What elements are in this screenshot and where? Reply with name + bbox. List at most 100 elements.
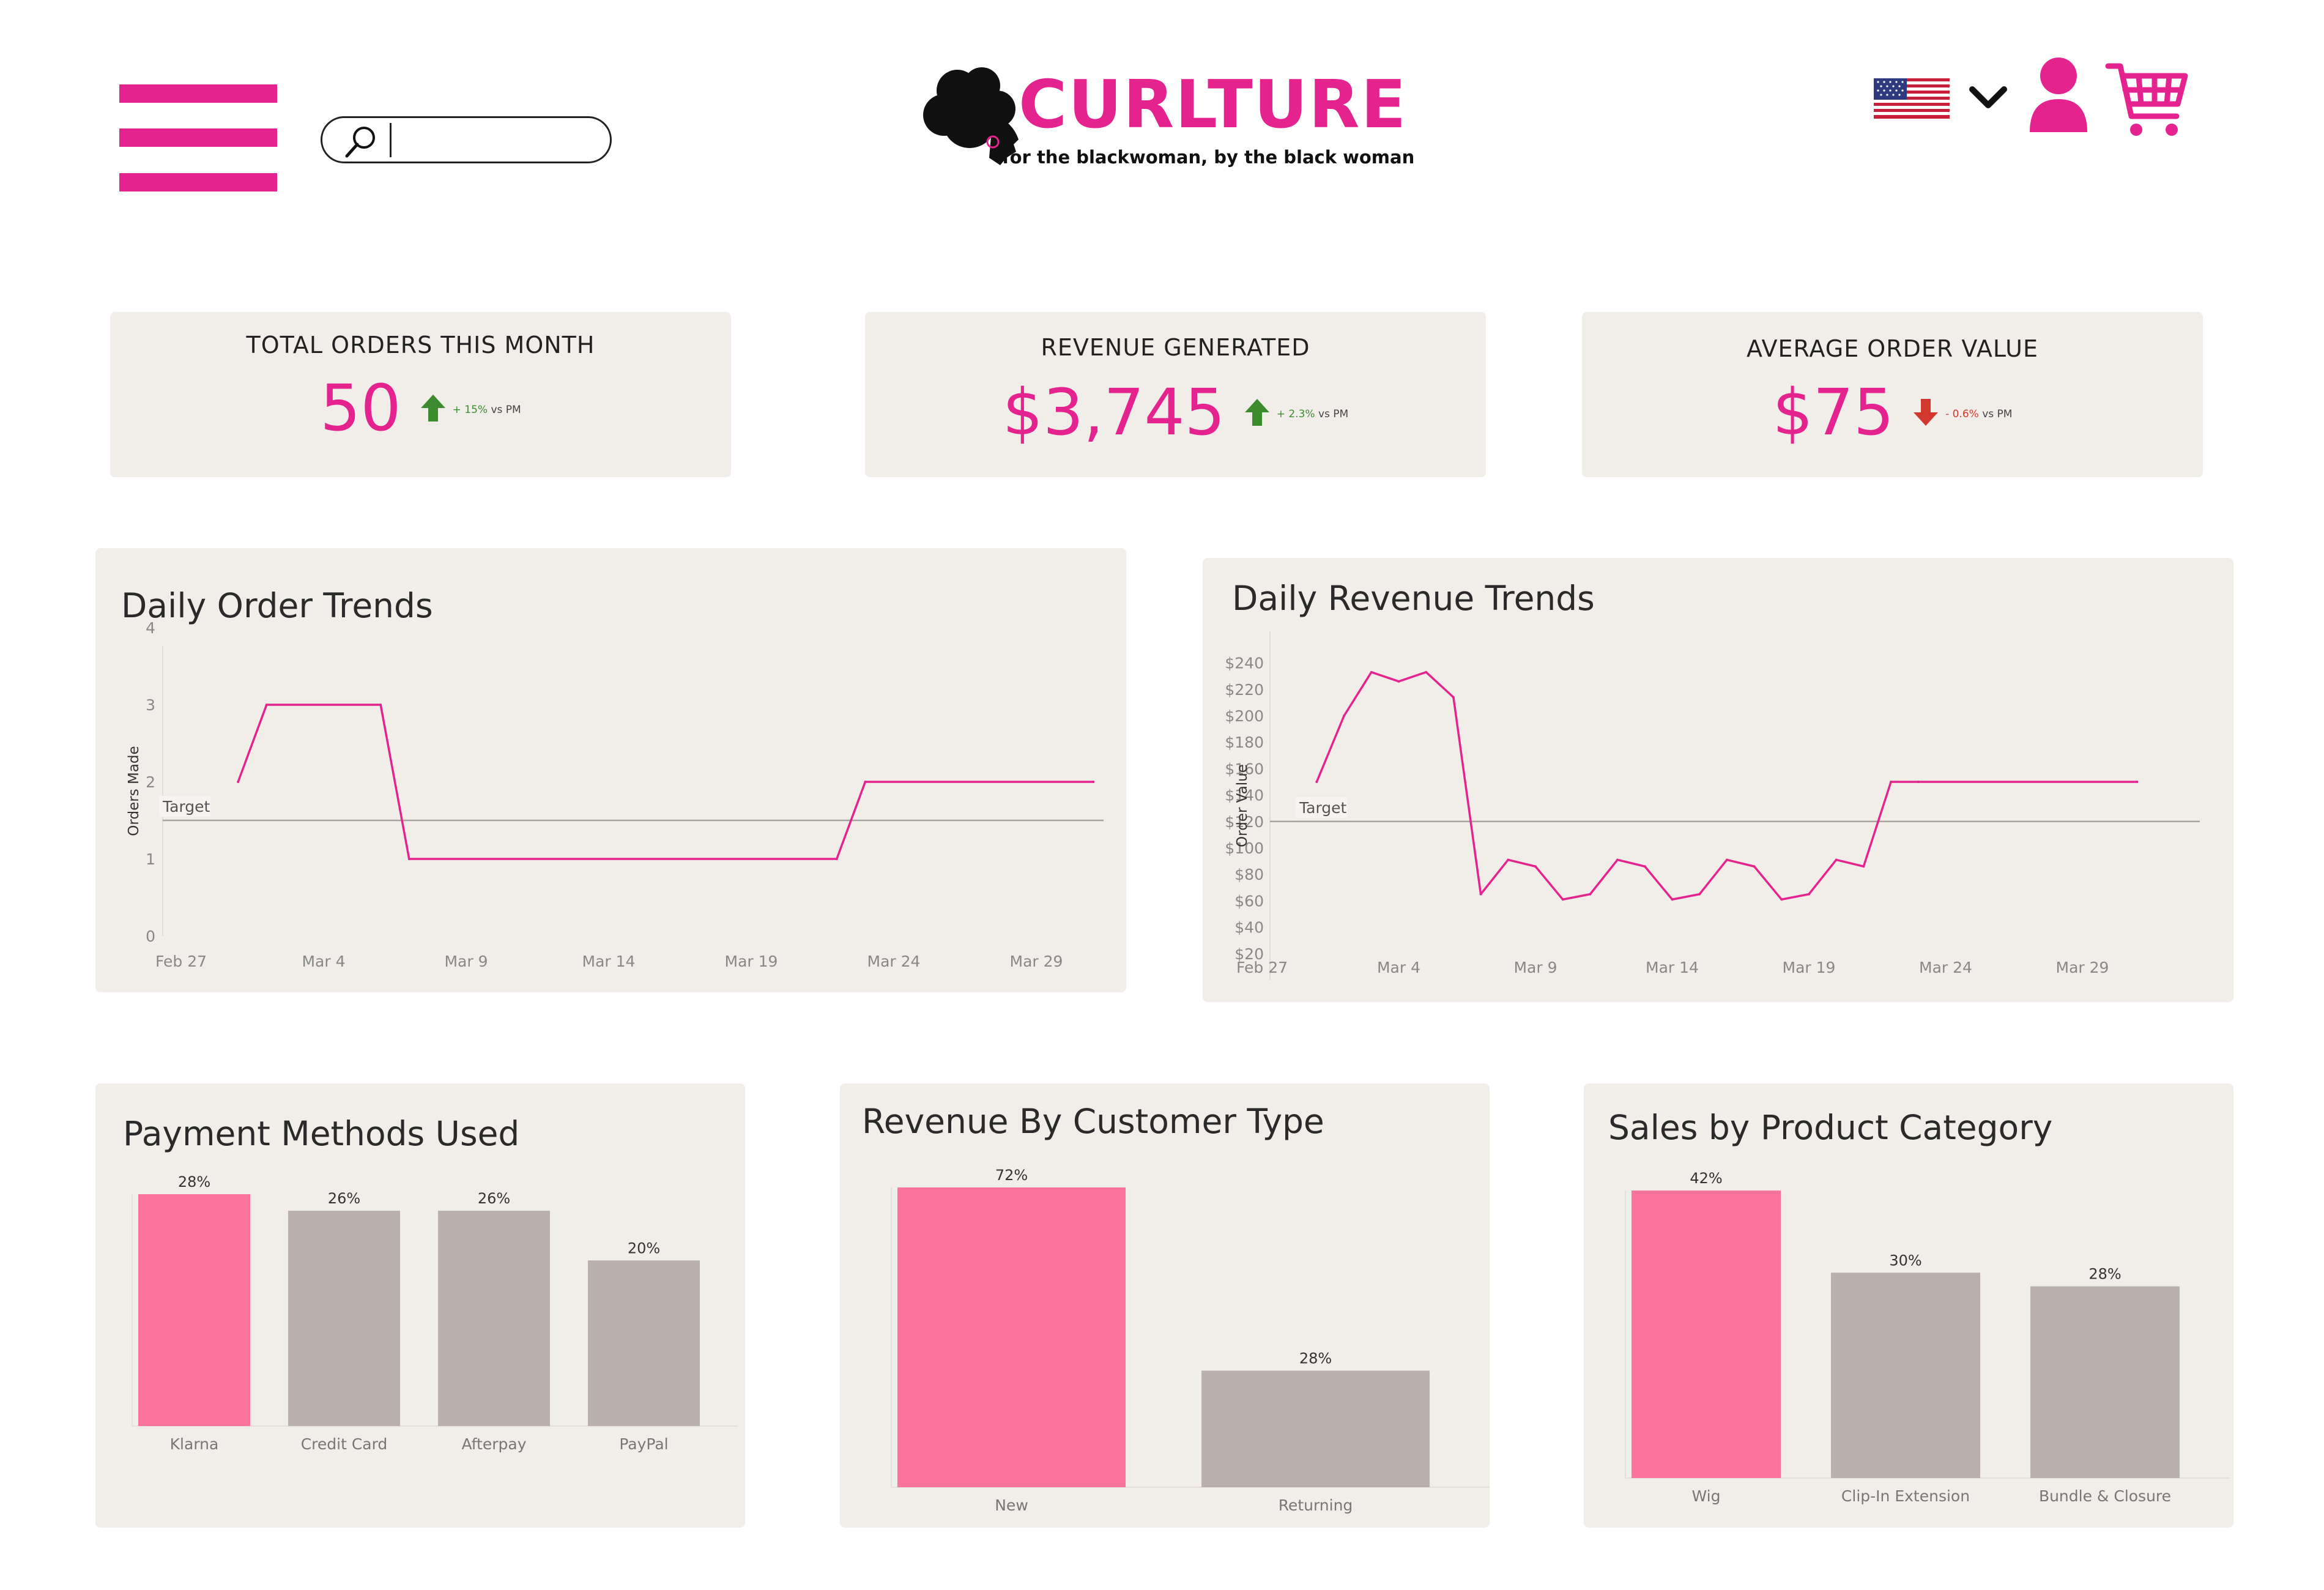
daily-order-trends-chart[interactable]: 0 1 2 3 4 Feb 27 Mar 4 Mar 9 Mar 14 Mar 19 Mar 24 M…	[95, 548, 1126, 992]
sales-by-product-category-panel: Sales by Product Category 42% Wig 30% Clip-…	[1584, 1083, 2233, 1528]
chevron-down-icon[interactable]	[1969, 84, 2008, 111]
payment-methods-panel: Payment Methods Used 28% Klarna 26% Credit …	[95, 1083, 745, 1528]
x-tick-label: Mar 9	[1513, 959, 1557, 976]
category-label: Bundle & Closure	[2039, 1487, 2171, 1505]
data-point	[1589, 893, 1592, 896]
series-line	[237, 704, 1094, 860]
bar	[1831, 1272, 1980, 1478]
daily-revenue-trends-chart[interactable]: $20$40$60$80$100$120$140$160$180$200$220…	[1203, 558, 2233, 1002]
target-label: Target	[1299, 799, 1347, 817]
logo-tagline: for the blackwoman, by the black woman	[1002, 147, 1415, 168]
revenue-by-customer-type-chart[interactable]: 72% New 28% Returning	[840, 1083, 1490, 1528]
x-tick-label: Mar 14	[582, 953, 636, 970]
x-tick-label: Mar 14	[1646, 959, 1699, 976]
logo-wordmark: CURLTURE	[1019, 67, 1408, 143]
bar	[288, 1211, 400, 1426]
x-tick-label: Mar 24	[867, 953, 921, 970]
menu-hamburger-icon[interactable]	[119, 84, 277, 191]
daily-order-trends-panel: Daily Order Trends 0 1 2 3 4 Feb 27 Mar 4 Mar 9…	[95, 548, 1126, 992]
category-label: Returning	[1279, 1496, 1353, 1514]
bar-value-label: 72%	[995, 1167, 1028, 1184]
bar	[897, 1187, 1126, 1487]
kpi-card-revenue: REVENUE GENERATED $3,745 + 2.3% vs PM	[865, 312, 1486, 477]
x-tick-label: Mar 19	[725, 953, 778, 970]
series-line	[1315, 671, 2137, 901]
category-label: Clip-In Extension	[1841, 1487, 1970, 1505]
data-point	[1397, 680, 1400, 683]
data-point	[1534, 865, 1537, 868]
data-point	[1507, 858, 1510, 861]
y-tick-label: $220	[1225, 681, 1264, 699]
x-tick-label: Mar 4	[302, 953, 345, 970]
category-label: Klarna	[170, 1435, 219, 1453]
x-tick-label: Feb 27	[155, 953, 207, 970]
bar	[138, 1194, 250, 1426]
payment-methods-chart[interactable]: 28%Klarna26%Credit Card26%Afterpay20%Pay…	[95, 1083, 745, 1528]
bar-value-label: 26%	[478, 1190, 510, 1207]
kpi-title: REVENUE GENERATED	[1041, 334, 1310, 361]
x-tick-label: Feb 27	[1236, 959, 1288, 976]
y-axis-label: Order Value	[1234, 764, 1250, 847]
x-tick-label: Mar 29	[1010, 953, 1063, 970]
data-point	[407, 858, 410, 860]
search-input[interactable]	[390, 123, 602, 157]
data-point	[1725, 858, 1728, 861]
daily-revenue-trends-panel: Daily Revenue Trends $20 $40 $60 $80 $100 $12…	[1203, 558, 2233, 1002]
arrow-down-icon	[1914, 399, 1939, 426]
data-point	[379, 704, 382, 706]
y-tick-label: 1	[146, 850, 155, 868]
bar	[1201, 1370, 1430, 1487]
y-tick-label: 4	[146, 619, 155, 637]
category-label: Wig	[1692, 1487, 1721, 1505]
x-tick-label: Mar 4	[1377, 959, 1420, 976]
data-point	[1808, 893, 1810, 896]
bar-value-label: 20%	[628, 1239, 660, 1257]
kpi-delta: - 0.6% vs PM	[1945, 408, 2013, 420]
data-point	[1452, 696, 1455, 699]
kpi-title: TOTAL ORDERS THIS MONTH	[246, 332, 595, 358]
category-label: PayPal	[619, 1435, 668, 1453]
y-tick-label: $40	[1234, 919, 1264, 937]
category-label: Credit Card	[301, 1435, 388, 1453]
data-point	[1698, 893, 1701, 896]
y-tick-label: 3	[146, 696, 155, 714]
bar	[1632, 1191, 1781, 1478]
x-tick-label: Mar 9	[444, 953, 488, 970]
bar-value-label: 28%	[2088, 1266, 2121, 1283]
search-bar[interactable]	[321, 116, 612, 163]
data-point	[1370, 671, 1373, 674]
target-label: Target	[162, 798, 210, 815]
data-point	[1671, 898, 1674, 901]
kpi-delta: + 2.3% vs PM	[1276, 408, 1349, 420]
user-account-icon[interactable]	[2025, 55, 2092, 135]
bar-value-label: 30%	[1889, 1252, 1921, 1269]
data-point	[835, 858, 838, 860]
kpi-card-total-orders: TOTAL ORDERS THIS MONTH 50 + 15% vs PM	[110, 312, 731, 477]
shopping-cart-icon[interactable]	[2104, 61, 2190, 141]
sales-by-product-category-chart[interactable]: 42% Wig 30% Clip-In Extension 28% Bundle & Cl…	[1584, 1083, 2233, 1528]
bar-value-label: 28%	[1299, 1350, 1332, 1367]
y-tick-label: $240	[1225, 655, 1264, 672]
data-point	[1479, 893, 1482, 896]
bar-value-label: 26%	[328, 1190, 360, 1207]
y-axis-label: Orders Made	[126, 746, 142, 836]
kpi-value: $75	[1772, 375, 1895, 450]
data-point	[864, 781, 867, 783]
arrow-up-icon	[1244, 399, 1269, 426]
kpi-value: $3,745	[1002, 375, 1225, 450]
data-point	[1753, 865, 1756, 868]
us-flag-icon[interactable]	[1874, 78, 1950, 119]
curlture-logo[interactable]: CURLTURE for the blackwoman, by the blac…	[921, 61, 1422, 184]
bar-value-label: 42%	[1690, 1170, 1722, 1187]
arrow-up-icon	[420, 395, 445, 422]
data-point	[1425, 671, 1428, 674]
data-point	[1890, 781, 1893, 783]
x-tick-label: Mar 24	[1919, 959, 1972, 976]
data-point	[1092, 781, 1095, 783]
y-tick-label: 0	[146, 927, 155, 945]
y-tick-label: $60	[1234, 892, 1264, 910]
category-label: Afterpay	[461, 1435, 526, 1453]
category-label: New	[995, 1496, 1028, 1514]
data-point	[1343, 715, 1346, 717]
kpi-card-average-order: AVERAGE ORDER VALUE $75 - 0.6% vs PM	[1582, 312, 2203, 477]
